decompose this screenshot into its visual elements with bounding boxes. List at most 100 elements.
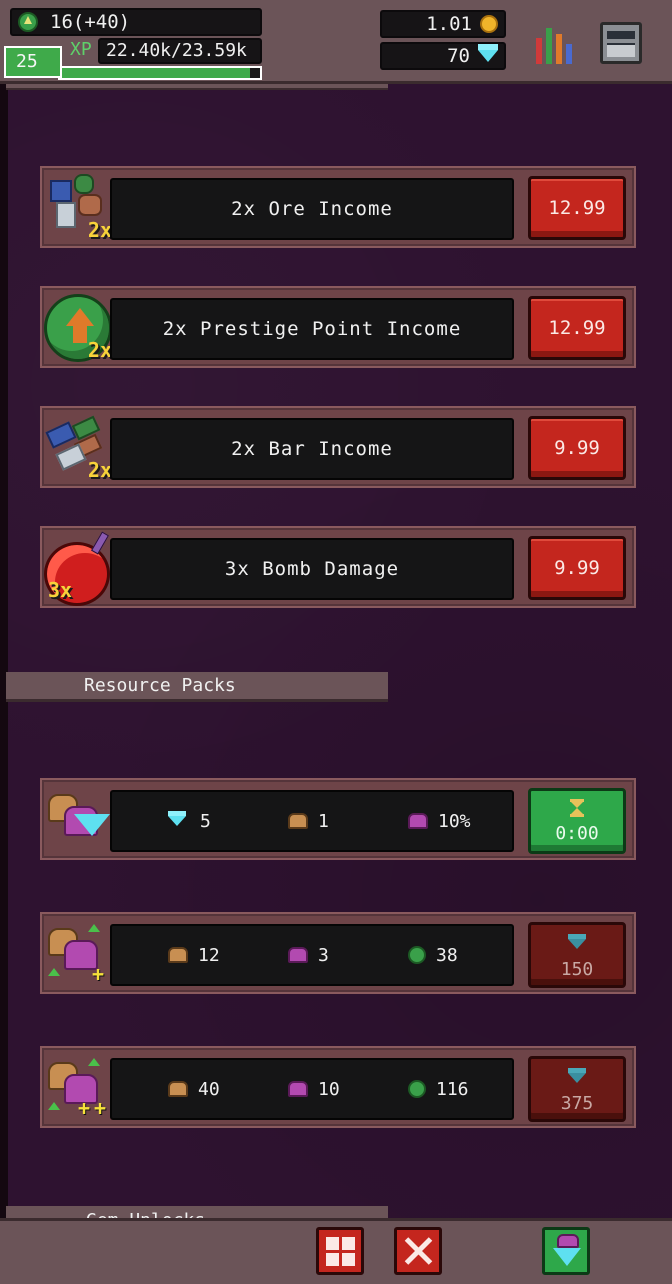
boost-offer-ore: 2x 2x Ore Income 12.99 <box>40 166 636 248</box>
pack-item: 10% <box>408 792 471 850</box>
gem-buy-button[interactable]: 150 <box>528 922 626 988</box>
pack-contents: 5 1 10% <box>110 790 514 852</box>
multiplier-label: 2x <box>87 218 112 242</box>
ore-chunk <box>74 174 94 194</box>
timer-value: 0:00 <box>555 822 599 844</box>
pack-item: 40 <box>168 1060 220 1118</box>
settings-menu-button[interactable] <box>600 22 642 64</box>
gold-display[interactable]: 1.01 <box>380 10 506 38</box>
grid-menu-button[interactable] <box>316 1227 364 1275</box>
arrow-up-icon <box>66 308 94 326</box>
stats-chart-icon <box>536 38 542 64</box>
close-button[interactable] <box>394 1227 442 1275</box>
buy-button[interactable]: 9.99 <box>528 536 626 600</box>
gems-display[interactable]: 70 <box>380 42 506 70</box>
chest-icon <box>288 813 308 829</box>
pack-item-value: 40 <box>198 1078 220 1100</box>
ore-chunk <box>56 202 76 228</box>
chest-icon <box>168 1081 188 1097</box>
prestige-points-value: 16(+40) <box>50 11 131 33</box>
pack-contents: 12 3 38 <box>110 924 514 986</box>
gem-icon <box>568 1067 586 1083</box>
buy-button[interactable]: 9.99 <box>528 416 626 480</box>
bottom-nav-bar <box>0 1218 672 1284</box>
pack-item: 12 <box>168 926 220 984</box>
gem-icon <box>478 44 498 62</box>
resource-pack-icon: + + <box>44 1052 114 1124</box>
ore-chunk <box>50 180 72 202</box>
xp-progress-bar <box>58 66 262 80</box>
xp-display: 22.40k/23.59k <box>98 38 262 64</box>
boost-label: 3x Bomb Damage <box>110 538 514 600</box>
arrow-stem <box>73 325 87 343</box>
chest-icon <box>168 947 188 963</box>
chest-icon <box>557 1234 579 1248</box>
multiplier-label: 3x <box>48 578 73 602</box>
prestige-point-icon <box>408 1080 426 1098</box>
level-badge: 25 <box>4 46 62 78</box>
arrow-up-icon <box>48 968 60 976</box>
resource-pack-icon: + <box>44 918 114 990</box>
section-title: Resource Packs <box>84 675 236 696</box>
stats-button[interactable] <box>532 22 576 64</box>
gem-icon <box>568 933 586 949</box>
arrow-up-icon <box>48 1102 60 1110</box>
prestige-point-icon <box>408 946 426 964</box>
stats-bar <box>546 28 552 64</box>
pack-contents: 40 10 116 <box>110 1058 514 1120</box>
xp-label: XP <box>70 39 92 60</box>
pack-item-value: 10% <box>438 810 471 832</box>
purple-chest-icon <box>408 813 428 829</box>
pack-item-value: 12 <box>198 944 220 966</box>
buy-button[interactable]: 12.99 <box>528 296 626 360</box>
grid-cell <box>342 1237 355 1250</box>
prestige-icon: 2x <box>44 292 114 364</box>
pack-item: 38 <box>408 926 458 984</box>
header-divider <box>6 84 388 90</box>
section-header-resource-packs: Resource Packs <box>6 672 388 702</box>
arrow-up-icon <box>88 924 100 932</box>
boost-label: 2x Bar Income <box>110 418 514 480</box>
shop-gem-chest-icon <box>553 1248 581 1266</box>
multiplier-label: 2x <box>87 458 112 482</box>
arrow-up-icon <box>88 1058 100 1066</box>
level-value: 25 <box>16 51 38 72</box>
gold-coin-icon <box>480 15 498 33</box>
resource-pack-3: + + 40 10 116 375 <box>40 1046 636 1128</box>
plus-icon: + <box>92 962 105 986</box>
left-edge <box>0 0 8 1284</box>
hourglass-icon <box>570 798 584 817</box>
pack-item-value: 38 <box>436 944 458 966</box>
pack-item-value: 5 <box>200 810 211 832</box>
pack-item: 116 <box>408 1060 469 1118</box>
resource-pack-1: 5 1 10% 0:00 <box>40 778 636 860</box>
stats-bar <box>566 44 572 64</box>
gem-price-value: 375 <box>560 1092 594 1114</box>
gem-buy-button[interactable]: 375 <box>528 1056 626 1122</box>
purple-chest-icon <box>288 1081 308 1097</box>
top-hud: 16(+40) XP 22.40k/23.59k 25 1.01 70 <box>0 0 672 84</box>
gem-price-value: 150 <box>560 958 594 980</box>
xp-value: 22.40k/23.59k <box>106 40 247 61</box>
xp-progress-fill <box>60 68 250 78</box>
ore-icon: 2x <box>44 172 114 244</box>
pack-item-value: 1 <box>318 810 329 832</box>
pack-item: 3 <box>288 926 329 984</box>
pack-item: 10 <box>288 1060 340 1118</box>
free-pack-timer-button[interactable]: 0:00 <box>528 788 626 854</box>
grid-icon <box>326 1237 339 1250</box>
grid-cell <box>326 1253 339 1266</box>
prestige-points-display[interactable]: 16(+40) <box>10 8 262 36</box>
buy-button[interactable]: 12.99 <box>528 176 626 240</box>
multiplier-label: 2x <box>87 338 112 362</box>
pack-item-value: 116 <box>436 1078 469 1100</box>
plus-icon: + <box>94 1096 107 1120</box>
boost-offer-bar: 2x 2x Bar Income 9.99 <box>40 406 636 488</box>
prestige-point-icon <box>18 12 38 32</box>
shop-button[interactable] <box>542 1227 590 1275</box>
grid-cell <box>342 1253 355 1266</box>
boost-label: 2x Ore Income <box>110 178 514 240</box>
resource-pack-icon <box>44 784 114 856</box>
gem-icon <box>168 811 186 826</box>
boost-offer-bomb: 3x 3x Bomb Damage 9.99 <box>40 526 636 608</box>
